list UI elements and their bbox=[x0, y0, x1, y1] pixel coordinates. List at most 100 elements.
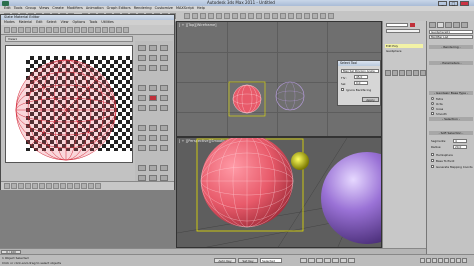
material-slot-button[interactable] bbox=[149, 55, 157, 61]
base-type-radio[interactable] bbox=[431, 107, 434, 110]
sme-nav-icon[interactable] bbox=[74, 183, 80, 189]
sme-nav-icon[interactable] bbox=[88, 183, 94, 189]
toolbar-tool-icon[interactable] bbox=[328, 13, 334, 19]
toolbar-tool-icon[interactable] bbox=[200, 13, 206, 19]
sme-tool-icon[interactable] bbox=[95, 26, 101, 33]
material-slot-button[interactable] bbox=[149, 145, 157, 151]
sme-nav-icon[interactable] bbox=[60, 183, 66, 189]
material-slot-button[interactable] bbox=[138, 65, 146, 71]
viewport-nav-icon[interactable] bbox=[432, 258, 437, 263]
sme-tool-icon[interactable] bbox=[88, 26, 94, 33]
toolbar-tool-icon[interactable] bbox=[224, 13, 230, 19]
viewport-nav-icon[interactable] bbox=[450, 258, 455, 263]
motion-tab-icon[interactable] bbox=[453, 22, 460, 28]
toolbar-tool-icon[interactable] bbox=[256, 13, 262, 19]
material-slot-button[interactable] bbox=[138, 125, 146, 131]
app-logo-icon[interactable] bbox=[2, 0, 9, 6]
dialog-row2-input[interactable]: 0.0 bbox=[354, 81, 368, 85]
modify-tab-icon[interactable] bbox=[437, 22, 444, 28]
sme-nav-icon[interactable] bbox=[53, 183, 59, 189]
material-slot-button[interactable] bbox=[160, 145, 168, 151]
toolbar-tool-icon[interactable] bbox=[264, 13, 270, 19]
playback-control-icon[interactable] bbox=[332, 258, 339, 263]
toolbar-tool-icon[interactable] bbox=[184, 13, 190, 19]
toolbar-tool-icon[interactable] bbox=[304, 13, 310, 19]
toolbar-tool-icon[interactable] bbox=[272, 13, 278, 19]
toolbar-tool-icon[interactable] bbox=[248, 13, 254, 19]
viewport-nav-icon[interactable] bbox=[438, 258, 443, 263]
sme-tool-icon[interactable] bbox=[116, 26, 122, 33]
material-slot-button[interactable] bbox=[138, 95, 146, 101]
stack-item[interactable]: Edit Poly bbox=[385, 44, 423, 48]
material-slot-button[interactable] bbox=[160, 45, 168, 51]
sme-tool-icon[interactable] bbox=[46, 26, 52, 33]
option-checkbox[interactable] bbox=[431, 112, 434, 115]
dialog-row1-input[interactable]: 45.0 bbox=[354, 75, 368, 79]
sme-nav-icon[interactable] bbox=[18, 183, 24, 189]
playback-control-icon[interactable] bbox=[348, 258, 355, 263]
option-checkbox[interactable] bbox=[431, 153, 434, 156]
radius-input[interactable]: 20.0 bbox=[453, 145, 467, 149]
playback-control-icon[interactable] bbox=[324, 258, 331, 263]
sme-tool-icon[interactable] bbox=[109, 26, 115, 33]
sme-nav-icon[interactable] bbox=[11, 183, 17, 189]
sme-nav-icon[interactable] bbox=[25, 183, 31, 189]
material-slot-button[interactable] bbox=[149, 85, 157, 91]
sme-nav-icon[interactable] bbox=[67, 183, 73, 189]
material-slot-button[interactable] bbox=[138, 135, 146, 141]
viewport-nav-icon[interactable] bbox=[444, 258, 449, 263]
playback-control-icon[interactable] bbox=[308, 258, 315, 263]
rollout-header[interactable]: - Selection - bbox=[429, 117, 473, 121]
toolbar-tool-icon[interactable] bbox=[320, 13, 326, 19]
base-type-radio[interactable] bbox=[431, 102, 434, 105]
sme-tool-icon[interactable] bbox=[74, 26, 80, 33]
modifier-list[interactable]: Modifier List bbox=[429, 35, 473, 39]
sme-tool-icon[interactable] bbox=[25, 26, 31, 33]
material-slot-button[interactable] bbox=[160, 95, 168, 101]
ignore-backfacing-checkbox[interactable] bbox=[341, 88, 344, 91]
create-tab-icon[interactable] bbox=[429, 22, 436, 28]
stack-item[interactable]: GeoSphere bbox=[385, 49, 423, 53]
material-slot-button[interactable] bbox=[160, 55, 168, 61]
material-slot-button[interactable] bbox=[160, 165, 168, 171]
material-slot-button[interactable] bbox=[160, 105, 168, 111]
sme-nav-icon[interactable] bbox=[32, 183, 38, 189]
material-slot-button[interactable] bbox=[138, 55, 146, 61]
material-slot-button[interactable] bbox=[138, 105, 146, 111]
material-slot-button[interactable] bbox=[149, 125, 157, 131]
material-slot-button[interactable] bbox=[149, 45, 157, 51]
toolbar-tool-icon[interactable] bbox=[232, 13, 238, 19]
playback-control-icon[interactable] bbox=[300, 258, 307, 263]
viewport-nav-icon[interactable] bbox=[420, 258, 425, 263]
stack-tool-icon[interactable] bbox=[406, 70, 412, 76]
sme-tool-icon[interactable] bbox=[67, 26, 73, 33]
sme-nav-icon[interactable] bbox=[46, 183, 52, 189]
apply-button[interactable]: Apply bbox=[362, 97, 379, 102]
toolbar-tool-icon[interactable] bbox=[288, 13, 294, 19]
sme-tool-icon[interactable] bbox=[32, 26, 38, 33]
rollout-header[interactable]: - Soft Selection - bbox=[429, 131, 473, 135]
toolbar-tool-icon[interactable] bbox=[280, 13, 286, 19]
set-key-button[interactable]: Set Key bbox=[238, 258, 258, 263]
object-name-field[interactable] bbox=[386, 23, 408, 27]
material-slot-button[interactable] bbox=[149, 95, 157, 101]
toolbar-tool-icon[interactable] bbox=[216, 13, 222, 19]
minimize-button[interactable]: _ bbox=[438, 0, 447, 6]
playback-control-icon[interactable] bbox=[316, 258, 323, 263]
material-slot-button[interactable] bbox=[149, 135, 157, 141]
material-slot-button[interactable] bbox=[138, 45, 146, 51]
toolbar-tool-icon[interactable] bbox=[312, 13, 318, 19]
sme-tool-icon[interactable] bbox=[11, 26, 17, 33]
auto-key-button[interactable]: Auto Key bbox=[214, 258, 236, 263]
sme-nav-icon[interactable] bbox=[95, 183, 101, 189]
sme-tool-icon[interactable] bbox=[53, 26, 59, 33]
option-checkbox[interactable] bbox=[431, 159, 434, 162]
option-checkbox[interactable] bbox=[431, 165, 434, 168]
stack-tool-icon[interactable] bbox=[385, 70, 391, 76]
material-slot-button[interactable] bbox=[149, 65, 157, 71]
modifier-list-dropdown[interactable] bbox=[386, 29, 420, 33]
display-tab-icon[interactable] bbox=[461, 22, 468, 28]
sme-tool-icon[interactable] bbox=[60, 26, 66, 33]
material-slot-button[interactable] bbox=[160, 125, 168, 131]
stack-tool-icon[interactable] bbox=[413, 70, 419, 76]
